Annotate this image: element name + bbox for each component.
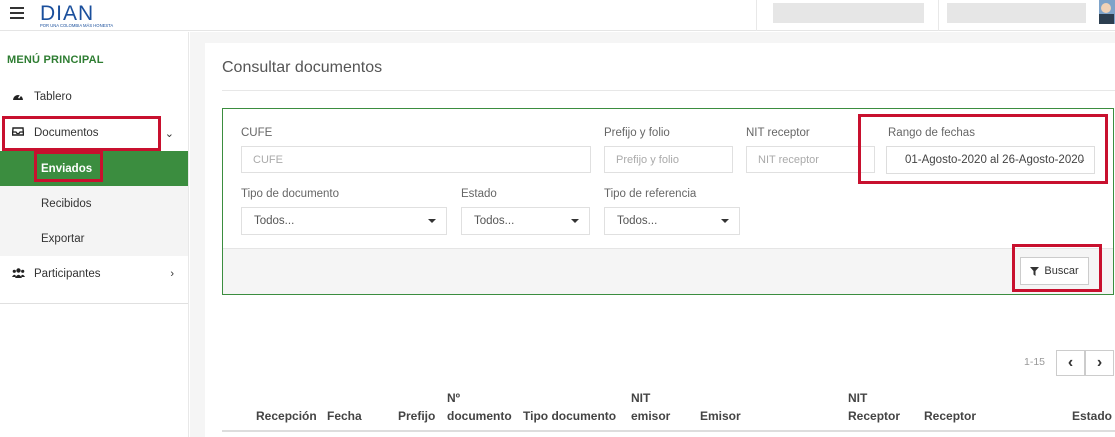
table-header-divider <box>222 430 1115 432</box>
top-search-field[interactable] <box>773 3 924 23</box>
pagination-next-button[interactable]: › <box>1085 350 1114 376</box>
filter-footer <box>223 248 1113 294</box>
tipo-documento-select[interactable]: Todos... <box>241 207 447 235</box>
sidebar-item-label: Participantes <box>34 268 101 280</box>
rango-fechas-label: Rango de fechas <box>888 127 975 139</box>
dashboard-icon <box>11 91 25 104</box>
sidebar-subitem-enviados[interactable]: Enviados <box>0 151 188 186</box>
caret-down-icon <box>721 219 729 223</box>
dian-logo[interactable]: DIAN POR UNA COLOMBIA MÁS HONESTA <box>40 2 132 28</box>
tipo-referencia-select[interactable]: Todos... <box>604 207 740 235</box>
pagination-range: 1-15 <box>1024 356 1046 368</box>
column-header-emisor[interactable]: Emisor <box>700 409 741 423</box>
top-separator <box>938 0 939 31</box>
chevron-right-icon: › <box>1096 354 1103 371</box>
chevron-down-icon: ⌄ <box>164 127 174 140</box>
svg-text:DIAN: DIAN <box>40 2 94 25</box>
chevron-left-icon: ‹ <box>1067 354 1074 371</box>
pagination-prev-button[interactable]: ‹ <box>1056 350 1085 376</box>
column-header-fecha[interactable]: Fecha <box>327 409 362 423</box>
caret-down-icon <box>428 219 436 223</box>
sidebar-subitem-exportar[interactable]: Exportar <box>0 221 188 256</box>
column-header-nit-receptor[interactable]: NIT Receptor <box>848 391 900 423</box>
prefijo-folio-input[interactable]: Prefijo y folio <box>604 146 733 173</box>
top-user-field[interactable] <box>947 3 1086 23</box>
top-separator <box>756 0 757 31</box>
avatar[interactable] <box>1095 0 1115 24</box>
column-header-tipo-documento[interactable]: Tipo documento <box>523 409 616 423</box>
estado-label: Estado <box>461 188 497 200</box>
page-title: Consultar documentos <box>222 59 383 76</box>
column-header-nit-emisor[interactable]: NIT emisor <box>631 391 670 423</box>
tipo-referencia-label: Tipo de referencia <box>604 188 697 200</box>
cufe-label: CUFE <box>241 127 273 139</box>
sidebar-title: MENÚ PRINCIPAL <box>7 54 104 66</box>
sidebar-divider <box>0 303 188 304</box>
top-bar: DIAN POR UNA COLOMBIA MÁS HONESTA <box>0 0 1115 31</box>
cufe-input[interactable]: CUFE <box>241 146 591 173</box>
chevron-down-icon: ⌄ <box>1078 154 1086 164</box>
sidebar-item-label: Tablero <box>34 91 72 103</box>
nit-receptor-input[interactable]: NIT receptor <box>746 146 875 173</box>
caret-down-icon <box>571 219 579 223</box>
column-header-numero-documento[interactable]: Nº documento <box>447 391 512 423</box>
users-icon <box>11 267 25 281</box>
sidebar-item-documentos[interactable]: Documentos ⌄ <box>0 116 188 150</box>
sidebar-item-participantes[interactable]: Participantes › <box>0 257 188 291</box>
sidebar-subitem-recibidos[interactable]: Recibidos <box>0 186 188 221</box>
date-range-picker[interactable]: 01-Agosto-2020 al 26-Agosto-2020 ⌄ <box>886 146 1095 174</box>
buscar-button[interactable]: Buscar <box>1020 257 1089 285</box>
column-header-recepcion[interactable]: Recepción <box>256 409 317 423</box>
svg-text:POR UNA COLOMBIA MÁS HONESTA: POR UNA COLOMBIA MÁS HONESTA <box>40 23 113 28</box>
filter-icon <box>1030 266 1040 276</box>
inbox-icon <box>11 127 25 139</box>
column-header-estado[interactable]: Estado <box>1072 409 1112 423</box>
hamburger-menu-icon[interactable] <box>10 7 24 21</box>
column-header-receptor[interactable]: Receptor <box>924 409 976 423</box>
nit-receptor-label: NIT receptor <box>746 127 810 139</box>
sidebar-item-tablero[interactable]: Tablero <box>0 80 188 114</box>
column-header-prefijo[interactable]: Prefijo <box>398 409 435 423</box>
estado-select[interactable]: Todos... <box>461 207 590 235</box>
chevron-right-icon: › <box>170 268 174 280</box>
tipo-documento-label: Tipo de documento <box>241 188 340 200</box>
title-divider <box>222 90 1115 91</box>
sidebar: MENÚ PRINCIPAL Tablero Documentos ⌄ Envi… <box>0 32 189 437</box>
sidebar-item-label: Documentos <box>34 127 99 139</box>
prefijo-label: Prefijo y folio <box>604 127 670 139</box>
